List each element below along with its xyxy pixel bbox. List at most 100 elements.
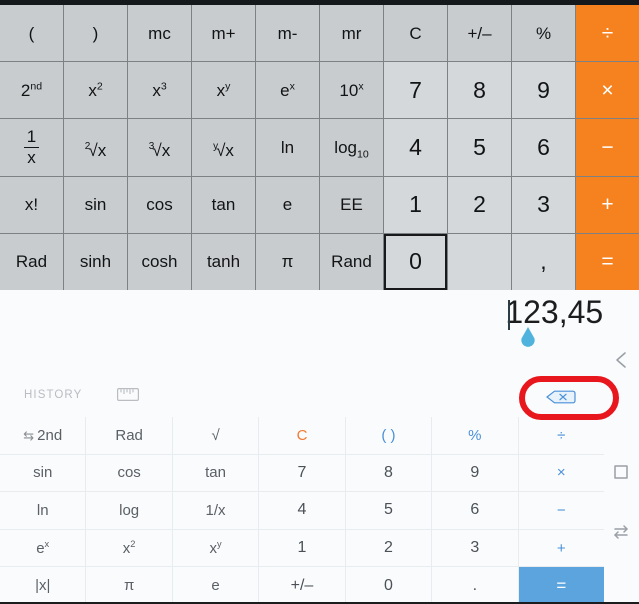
key-label: 7 — [409, 79, 422, 102]
top-key-pi-constant[interactable]: π — [256, 234, 319, 290]
bottom-key-digit-8[interactable]: 8 — [346, 455, 431, 492]
top-key-hyperbolic-sine[interactable]: sinh — [64, 234, 127, 290]
bottom-key-pi-constant[interactable]: π — [86, 567, 171, 604]
bottom-key-percent[interactable]: % — [432, 417, 517, 454]
top-key-percent[interactable]: % — [512, 5, 575, 61]
bottom-key-x-power-y[interactable]: xy — [173, 530, 258, 567]
top-key-radian-mode[interactable]: Rad — [0, 234, 63, 290]
bottom-key-log-base-10[interactable]: log — [86, 492, 171, 529]
bottom-key-cosine[interactable]: cos — [86, 455, 171, 492]
top-key-exponent-entry[interactable]: EE — [320, 177, 383, 233]
top-key-digit-4[interactable]: 4 — [384, 119, 447, 175]
bottom-key-reciprocal[interactable]: 1/x — [173, 492, 258, 529]
bottom-key-subtract[interactable]: − — [519, 492, 604, 529]
bottom-key-digit-3[interactable]: 3 — [432, 530, 517, 567]
top-key-digit-8[interactable]: 8 — [448, 62, 511, 118]
top-key-log-base-10[interactable]: log10 — [320, 119, 383, 175]
bottom-key-digit-4[interactable]: 4 — [259, 492, 344, 529]
key-label: 4 — [298, 502, 307, 518]
top-key-multiply[interactable]: × — [576, 62, 639, 118]
top-key-tangent[interactable]: tan — [192, 177, 255, 233]
backspace-button[interactable] — [543, 388, 577, 406]
bottom-key-natural-log[interactable]: ln — [0, 492, 85, 529]
top-key-subtract[interactable]: − — [576, 119, 639, 175]
key-label: Rad — [16, 253, 47, 270]
top-key-second-function[interactable]: 2nd — [0, 62, 63, 118]
top-key-hyperbolic-tangent[interactable]: tanh — [192, 234, 255, 290]
top-key-sine[interactable]: sin — [64, 177, 127, 233]
top-key-memory-add[interactable]: m+ — [192, 5, 255, 61]
bottom-key-second-function[interactable]: ⇆2nd — [0, 417, 85, 454]
top-key-x-cubed[interactable]: x3 — [128, 62, 191, 118]
ruler-converter-icon[interactable] — [117, 388, 139, 401]
top-key-memory-recall[interactable]: mr — [320, 5, 383, 61]
top-key-close-paren[interactable]: ) — [64, 5, 127, 61]
top-key-digit-6[interactable]: 6 — [512, 119, 575, 175]
bottom-key-sign-toggle[interactable]: +/– — [259, 567, 344, 604]
top-key-add[interactable]: + — [576, 177, 639, 233]
bottom-key-x-squared[interactable]: x2 — [86, 530, 171, 567]
bottom-key-digit-9[interactable]: 9 — [432, 455, 517, 492]
key-label: % — [536, 25, 551, 42]
bottom-key-absolute-value[interactable]: |x| — [0, 567, 85, 604]
top-key-memory-clear[interactable]: mc — [128, 5, 191, 61]
bottom-key-radian-mode[interactable]: Rad — [86, 417, 171, 454]
top-key-digit-7[interactable]: 7 — [384, 62, 447, 118]
bottom-key-add[interactable]: + — [519, 530, 604, 567]
bottom-key-digit-0[interactable]: 0 — [346, 567, 431, 604]
bottom-key-decimal-point[interactable]: . — [432, 567, 517, 604]
top-key-sign-toggle[interactable]: +/– — [448, 5, 511, 61]
key-label: 2 — [473, 193, 486, 216]
top-key-clear[interactable]: C — [384, 5, 447, 61]
bottom-key-tangent[interactable]: tan — [173, 455, 258, 492]
top-key-open-paren[interactable]: ( — [0, 5, 63, 61]
home-square-icon[interactable] — [609, 460, 633, 484]
bottom-key-digit-1[interactable]: 1 — [259, 530, 344, 567]
top-key-digit-1[interactable]: 1 — [384, 177, 447, 233]
top-key-natural-log[interactable]: ln — [256, 119, 319, 175]
top-key-digit-3[interactable]: 3 — [512, 177, 575, 233]
top-key-cosine[interactable]: cos — [128, 177, 191, 233]
top-key-hyperbolic-cosine[interactable]: cosh — [128, 234, 191, 290]
bottom-key-multiply[interactable]: × — [519, 455, 604, 492]
top-key-equals[interactable]: = — [576, 234, 639, 290]
top-key-blank-key[interactable] — [448, 234, 511, 290]
top-key-random[interactable]: Rand — [320, 234, 383, 290]
bottom-key-clear[interactable]: C — [259, 417, 344, 454]
key-label: +/– — [291, 578, 314, 594]
top-key-x-squared[interactable]: x2 — [64, 62, 127, 118]
top-key-memory-subtract[interactable]: m- — [256, 5, 319, 61]
bottom-key-divide[interactable]: ÷ — [519, 417, 604, 454]
top-key-cube-root[interactable]: 3√x — [128, 119, 191, 175]
bottom-key-digit-2[interactable]: 2 — [346, 530, 431, 567]
top-key-digit-0[interactable]: 0 — [384, 234, 447, 290]
key-label: ln — [281, 139, 294, 156]
bottom-key-parentheses[interactable]: ( ) — [346, 417, 431, 454]
bottom-key-digit-6[interactable]: 6 — [432, 492, 517, 529]
bottom-key-e-power-x[interactable]: ex — [0, 530, 85, 567]
back-arrow-icon[interactable] — [609, 348, 633, 372]
bottom-key-sine[interactable]: sin — [0, 455, 85, 492]
key-label: sin — [85, 196, 107, 213]
text-cursor-handle[interactable] — [517, 326, 539, 348]
bottom-key-digit-5[interactable]: 5 — [346, 492, 431, 529]
top-key-x-power-y[interactable]: xy — [192, 62, 255, 118]
top-key-euler-constant[interactable]: e — [256, 177, 319, 233]
bottom-key-equals[interactable]: = — [519, 567, 604, 604]
top-key-square-root[interactable]: 2√x — [64, 119, 127, 175]
top-key-digit-2[interactable]: 2 — [448, 177, 511, 233]
top-key-digit-9[interactable]: 9 — [512, 62, 575, 118]
bottom-key-digit-7[interactable]: 7 — [259, 455, 344, 492]
top-key-decimal-comma[interactable]: , — [512, 234, 575, 290]
bottom-key-euler-constant[interactable]: e — [173, 567, 258, 604]
top-key-divide[interactable]: ÷ — [576, 5, 639, 61]
top-key-ten-power-x[interactable]: 10x — [320, 62, 383, 118]
recents-icon[interactable] — [609, 520, 633, 544]
top-key-reciprocal[interactable]: 1x — [0, 119, 63, 175]
top-key-factorial[interactable]: x! — [0, 177, 63, 233]
history-label[interactable]: HISTORY — [24, 389, 82, 401]
bottom-key-square-root[interactable]: √ — [173, 417, 258, 454]
top-key-y-root[interactable]: y√x — [192, 119, 255, 175]
top-key-e-power-x[interactable]: ex — [256, 62, 319, 118]
top-key-digit-5[interactable]: 5 — [448, 119, 511, 175]
